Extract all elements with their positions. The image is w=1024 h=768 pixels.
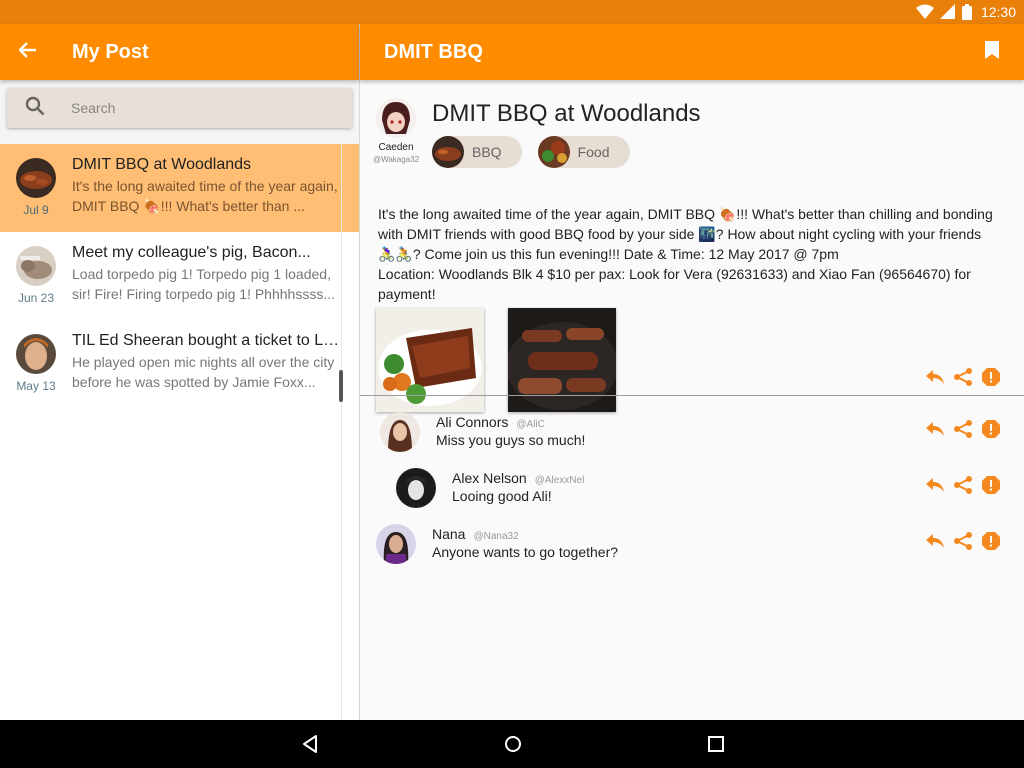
- signal-icon: [940, 4, 956, 25]
- comment-actions: [924, 530, 1002, 552]
- comment-author-name: Nana: [432, 526, 466, 542]
- comment-handle: @AlexxNel: [534, 475, 585, 486]
- post-detail-pane: DMIT BBQ Caeden @Wakaga32 DMIT BBQ at Wo…: [360, 24, 1024, 720]
- system-nav-bar: [0, 720, 1024, 768]
- bookmark-icon[interactable]: [984, 40, 1000, 65]
- share-icon[interactable]: [952, 418, 974, 440]
- comment-author-name: Alex Nelson: [452, 470, 527, 486]
- comment-text: Looing good Ali!: [452, 488, 552, 504]
- scrollbar-thumb[interactable]: [339, 370, 343, 402]
- reply-icon[interactable]: [924, 366, 946, 388]
- back-arrow-icon: [18, 41, 37, 63]
- comment-text: Miss you guys so much!: [436, 432, 586, 448]
- left-app-bar: My Post: [0, 24, 359, 80]
- comment-handle: @Nana32: [473, 531, 519, 542]
- report-icon[interactable]: [980, 474, 1002, 496]
- post-thumbnail: [16, 246, 56, 286]
- right-app-bar: DMIT BBQ: [360, 24, 1024, 80]
- avatar[interactable]: [376, 98, 416, 138]
- status-bar: 12:30: [0, 0, 1024, 24]
- post-date: May 13: [16, 379, 56, 393]
- author-name: Caeden: [378, 142, 414, 153]
- comment-handle: @AliC: [516, 419, 545, 430]
- report-icon[interactable]: [980, 530, 1002, 552]
- post-thumbnail: [16, 334, 56, 374]
- post-title: DMIT BBQ at Woodlands: [72, 156, 252, 173]
- detail-title: DMIT BBQ: [384, 40, 483, 63]
- divider: [360, 395, 1024, 396]
- status-icons: [916, 4, 972, 25]
- tag-label: BBQ: [472, 144, 502, 160]
- post-snippet: Load torpedo pig 1! Torpedo pig 1 loaded…: [72, 266, 335, 302]
- comment: Nana @Nana32 Anyone wants to go together?: [376, 524, 1004, 568]
- post-list-pane: My Post Search Jul 9 DMIT BBQ at Woodlan…: [0, 24, 359, 720]
- status-time: 12:30: [980, 4, 1016, 20]
- share-icon[interactable]: [952, 530, 974, 552]
- post-actions: [924, 366, 1002, 388]
- comment-author: Ali Connors @AliC: [436, 414, 545, 430]
- page-title: My Post: [72, 40, 149, 63]
- post-snippet: He played open mic nights all over the c…: [72, 354, 335, 390]
- post-snippet: It's the long awaited time of the year a…: [72, 178, 338, 214]
- reply-icon[interactable]: [924, 418, 946, 440]
- post-title: TIL Ed Sheeran bought a ticket to LA...: [72, 332, 341, 349]
- post-heading: DMIT BBQ at Woodlands: [432, 100, 701, 127]
- comment-actions: [924, 418, 1002, 440]
- photo-gallery: [376, 308, 616, 412]
- search-container: Search: [0, 80, 359, 144]
- search-input[interactable]: Search: [7, 88, 352, 128]
- scrollbar-track: [341, 144, 342, 720]
- post-body-line: It's the long awaited time of the year a…: [378, 206, 993, 222]
- reply-icon[interactable]: [924, 474, 946, 496]
- avatar[interactable]: [376, 524, 416, 564]
- list-item[interactable]: May 13 TIL Ed Sheeran bought a ticket to…: [0, 320, 359, 408]
- avatar[interactable]: [380, 412, 420, 452]
- share-icon[interactable]: [952, 474, 974, 496]
- reply-icon[interactable]: [924, 530, 946, 552]
- report-icon[interactable]: [980, 366, 1002, 388]
- post-body-line: with DMIT friends with good BBQ food by …: [378, 226, 982, 242]
- post-list: Jul 9 DMIT BBQ at Woodlands It's the lon…: [0, 144, 359, 408]
- post-body: It's the long awaited time of the year a…: [378, 204, 1006, 304]
- avatar[interactable]: [396, 468, 436, 508]
- tag-thumbnail: [432, 136, 464, 168]
- wifi-icon: [916, 4, 934, 25]
- comment-author-name: Ali Connors: [436, 414, 509, 430]
- list-item[interactable]: Jun 23 Meet my colleague's pig, Bacon...…: [0, 232, 359, 320]
- back-button[interactable]: [0, 24, 56, 80]
- share-icon[interactable]: [952, 366, 974, 388]
- list-item[interactable]: Jul 9 DMIT BBQ at Woodlands It's the lon…: [0, 144, 359, 232]
- post-body-line: 🚴‍♀️🚴? Come join us this fun evening!!! …: [378, 246, 839, 262]
- comment-reply: Alex Nelson @AlexxNel Looing good Ali!: [396, 468, 1004, 512]
- comment: Ali Connors @AliC Miss you guys so much!: [380, 412, 1004, 456]
- photo-ribs[interactable]: [376, 308, 484, 412]
- nav-recents-icon[interactable]: [704, 732, 728, 756]
- battery-icon: [962, 4, 972, 25]
- post-body-line: Location: Woodlands Blk 4 $10 per pax: L…: [378, 266, 971, 282]
- tag-chip[interactable]: Food: [537, 136, 630, 168]
- post-thumbnail: [16, 158, 56, 198]
- nav-home-icon[interactable]: [501, 732, 525, 756]
- author-handle: @Wakaga32: [372, 155, 420, 164]
- tag-label: Food: [577, 144, 610, 160]
- search-icon: [25, 96, 45, 121]
- post-title: Meet my colleague's pig, Bacon...: [72, 244, 311, 261]
- comment-author: Nana @Nana32: [432, 526, 519, 542]
- post-header: Caeden @Wakaga32 DMIT BBQ at Woodlands B…: [360, 80, 1024, 180]
- post-date: Jul 9: [23, 203, 49, 217]
- comment-text: Anyone wants to go together?: [432, 544, 619, 560]
- tag-chip[interactable]: BBQ: [432, 136, 522, 168]
- post-body-line: payment!: [378, 286, 436, 302]
- report-icon[interactable]: [980, 418, 1002, 440]
- tag-thumbnail: [537, 136, 570, 168]
- comment-author: Alex Nelson @AlexxNel: [452, 470, 584, 486]
- tag-list: BBQ Food: [432, 136, 630, 168]
- screen: 12:30 My Post Search Jul 9 DMIT BBQ at W…: [0, 0, 1024, 768]
- comment-actions: [924, 474, 1002, 496]
- search-placeholder: Search: [71, 100, 116, 116]
- post-date: Jun 23: [17, 291, 55, 305]
- photo-grill[interactable]: [508, 308, 616, 412]
- nav-back-icon[interactable]: [298, 732, 322, 756]
